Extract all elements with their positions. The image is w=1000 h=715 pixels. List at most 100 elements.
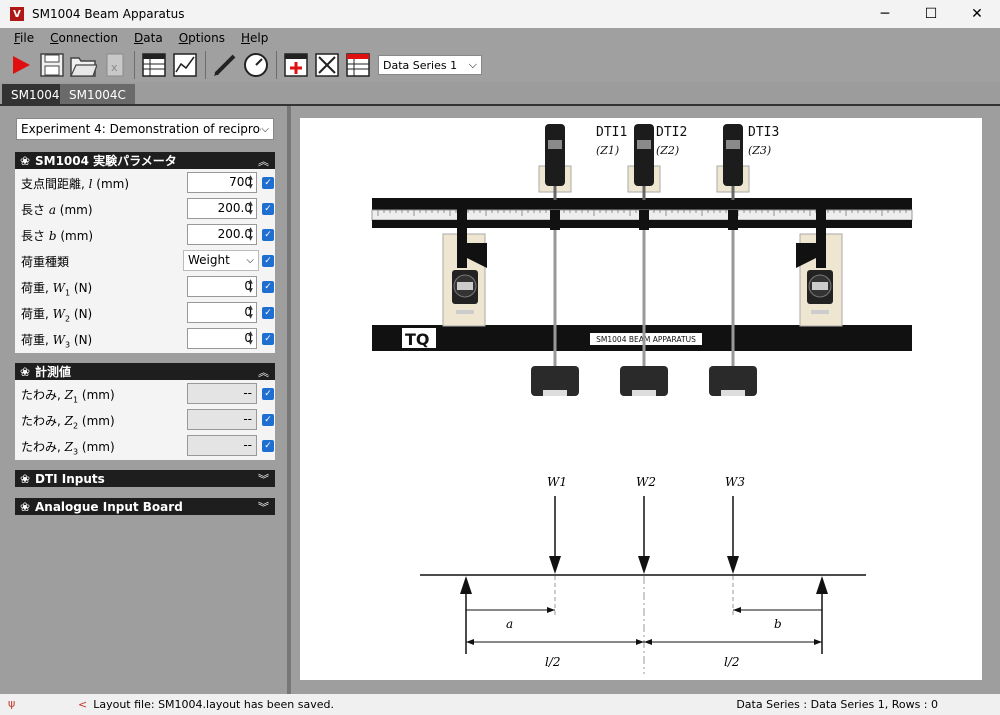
menu-options[interactable]: Options <box>171 31 233 45</box>
dti3-gauge <box>723 124 743 186</box>
left-panel: Experiment 4: Demonstration of reciproca… <box>0 106 288 694</box>
params-section-header[interactable]: ❀ SM1004 実験パラメータ ︽ <box>15 152 275 169</box>
collapse-icon[interactable]: ︽ <box>258 364 269 380</box>
param-row-w1: 荷重, W1 (N) 0 ▲ ▼ ✓ <box>15 274 275 300</box>
half-span-right-label: l/2 <box>724 655 740 669</box>
checkbox-span[interactable]: ✓ <box>262 177 274 189</box>
tab-sm1004c[interactable]: SM1004C <box>60 84 135 106</box>
open-folder-icon[interactable] <box>68 50 98 80</box>
tab-bar: SM1004 SM1004C <box>0 84 1000 106</box>
pencil-icon[interactable] <box>210 50 240 80</box>
spinner-icon[interactable]: ▲ ▼ <box>245 303 256 322</box>
weight2-base <box>632 390 656 396</box>
menu-connection[interactable]: Connection <box>42 31 126 45</box>
dti1-display <box>548 140 562 149</box>
excel-export-icon[interactable]: x <box>99 50 129 80</box>
spinner-icon[interactable]: ▲ ▼ <box>245 173 256 192</box>
table-icon[interactable] <box>139 50 169 80</box>
dti3-display <box>726 140 740 149</box>
data-series-select[interactable]: Data Series 1 ⌵ <box>378 55 482 75</box>
spinner-icon[interactable]: ▲ ▼ <box>245 199 256 218</box>
spinner-icon[interactable]: ▲ ▼ <box>245 277 256 296</box>
table-settings-icon[interactable] <box>343 50 373 80</box>
checkbox-load-type[interactable]: ✓ <box>262 255 274 267</box>
checkbox-w3[interactable]: ✓ <box>262 333 274 345</box>
add-row-icon[interactable] <box>281 50 311 80</box>
status-bar: ψ < Layout file: SM1004.layout has been … <box>0 694 1000 715</box>
play-icon[interactable] <box>6 50 36 80</box>
dti3-symbol: (Z3) <box>748 144 771 157</box>
dti2-symbol: (Z2) <box>656 144 679 157</box>
measured-section-header[interactable]: ❀ 計測値 ︽ <box>15 363 275 380</box>
experiment-value: Experiment 4: Demonstration of reciproca… <box>21 122 261 136</box>
save-icon[interactable] <box>37 50 67 80</box>
load-type-select[interactable]: Weight ⌵ <box>183 250 259 271</box>
param-row-load-type: 荷重種類 Weight ⌵ ✓ <box>15 248 275 274</box>
menu-data[interactable]: Data <box>126 31 171 45</box>
window-title: SM1004 Beam Apparatus <box>32 7 185 21</box>
deflection-z3-value: -- <box>187 435 257 456</box>
param-row-b: 長さ b (mm) 200.0 ▲ ▼ ✓ <box>15 222 275 248</box>
gauge-icon[interactable] <box>241 50 271 80</box>
measured-section-body: たわみ, Z1 (mm) -- ✓ たわみ, Z2 (mm) -- ✓ たわみ,… <box>15 380 275 460</box>
experiment-select[interactable]: Experiment 4: Demonstration of reciproca… <box>16 118 274 140</box>
params-section-title: SM1004 実験パラメータ <box>35 154 177 168</box>
deflection-z1-value: -- <box>187 383 257 404</box>
beam-apparatus-label: SM1004 BEAM APPARATUS <box>596 335 696 344</box>
gear-icon: ❀ <box>19 364 31 379</box>
param-row-span: 支点間距離, l (mm) 700 ▲ ▼ ✓ <box>15 170 275 196</box>
half-span-left-label: l/2 <box>545 655 561 669</box>
spinner-icon[interactable]: ▲ ▼ <box>245 329 256 348</box>
checkbox-z1[interactable]: ✓ <box>262 388 274 400</box>
dti2-label: DTI2 <box>656 125 687 140</box>
dti-inputs-section-header[interactable]: ❀ DTI Inputs ︾ <box>15 470 275 487</box>
chevron-down-icon: ⌵ <box>246 255 254 266</box>
minimize-button[interactable]: ─ <box>862 0 908 28</box>
tq-logo: TQ <box>405 330 430 349</box>
spinner-icon[interactable]: ▲ ▼ <box>245 225 256 244</box>
gear-icon: ❀ <box>19 153 31 168</box>
checkbox-z2[interactable]: ✓ <box>262 414 274 426</box>
apparatus-drawing: TQ SM1004 BEAM APPARATUS DTI1 (Z1) DTI2 … <box>371 124 913 674</box>
menu-help[interactable]: Help <box>233 31 276 45</box>
title-bar: V SM1004 Beam Apparatus ─ ☐ ✕ <box>0 0 1000 28</box>
checkbox-b[interactable]: ✓ <box>262 229 274 241</box>
hanger3-clamp <box>728 210 738 230</box>
dti2-gauge <box>634 124 654 186</box>
close-button[interactable]: ✕ <box>954 0 1000 28</box>
deflection-z2-value: -- <box>187 409 257 430</box>
status-data-series: Data Series : Data Series 1, Rows : 0 <box>736 698 938 711</box>
bottom-beam: TQ SM1004 BEAM APPARATUS <box>372 325 912 351</box>
delete-row-icon[interactable] <box>312 50 342 80</box>
measured-row-z2: たわみ, Z2 (mm) -- ✓ <box>15 407 275 433</box>
measured-row-z1: たわみ, Z1 (mm) -- ✓ <box>15 381 275 407</box>
menu-file[interactable]: File <box>6 31 42 45</box>
dim-b-label: b <box>774 617 782 631</box>
checkbox-w1[interactable]: ✓ <box>262 281 274 293</box>
chevron-down-icon: ⌵ <box>468 58 477 71</box>
dti1-symbol: (Z1) <box>596 144 619 157</box>
checkbox-a[interactable]: ✓ <box>262 203 274 215</box>
toolbar: x Data Series 1 ⌵ <box>0 48 1000 82</box>
expand-icon[interactable]: ︾ <box>258 499 269 515</box>
dti1-gauge <box>545 124 565 186</box>
collapse-icon[interactable]: ︽ <box>258 153 269 169</box>
share-icon: < <box>78 698 88 711</box>
measured-section-title: 計測値 <box>35 365 72 379</box>
hanger1-clamp <box>550 210 560 230</box>
dti-inputs-title: DTI Inputs <box>35 471 105 486</box>
param-row-w3: 荷重, W3 (N) 0 ▲ ▼ ✓ <box>15 326 275 352</box>
param-row-w2: 荷重, W2 (N) 0 ▲ ▼ ✓ <box>15 300 275 326</box>
gear-icon: ❀ <box>19 499 31 514</box>
tab-sm1004[interactable]: SM1004 <box>2 84 69 106</box>
checkbox-z3[interactable]: ✓ <box>262 440 274 452</box>
analogue-title: Analogue Input Board <box>35 499 183 514</box>
expand-icon[interactable]: ︾ <box>258 471 269 487</box>
maximize-button[interactable]: ☐ <box>908 0 954 28</box>
w1-label: W1 <box>547 475 567 489</box>
load-diagram: W1 W2 W3 a b l/2 l/2 <box>420 475 866 674</box>
gear-icon: ❀ <box>19 471 31 486</box>
analogue-section-header[interactable]: ❀ Analogue Input Board ︾ <box>15 498 275 515</box>
checkbox-w2[interactable]: ✓ <box>262 307 274 319</box>
graph-icon[interactable] <box>170 50 200 80</box>
